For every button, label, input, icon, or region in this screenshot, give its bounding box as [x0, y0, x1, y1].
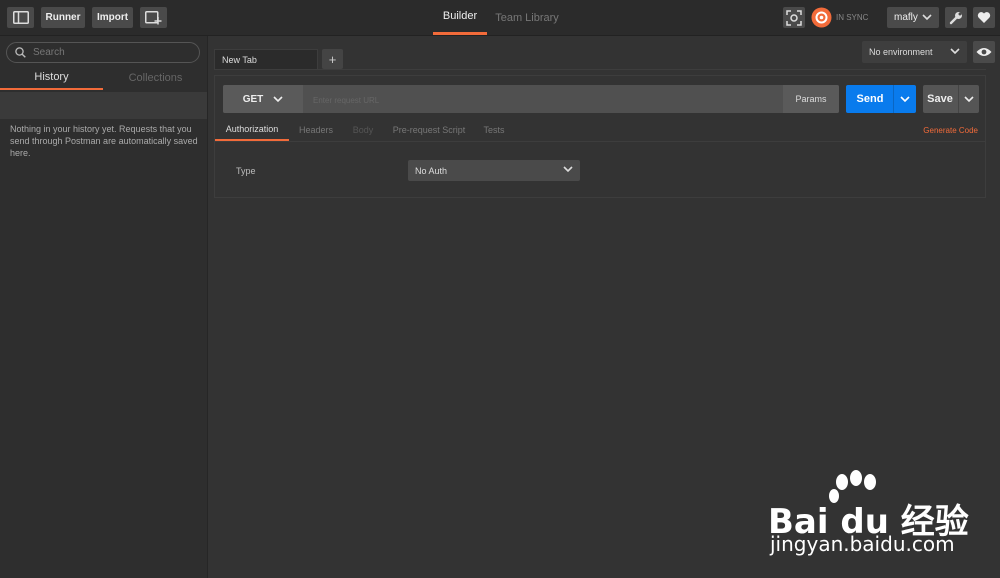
baidu-watermark: Bai du 经验 jingyan.baidu.com [762, 470, 982, 560]
watermark-url: jingyan.baidu.com [770, 532, 955, 556]
chevron-down-icon [964, 95, 974, 102]
tabs-divider [214, 69, 986, 70]
auth-type-select[interactable]: No Auth [408, 160, 580, 181]
save-options-button[interactable] [958, 85, 979, 113]
send-button[interactable]: Send [846, 85, 894, 113]
sync-status-button[interactable] [811, 7, 832, 28]
sidebar-toggle-icon [12, 11, 29, 24]
top-bar: Runner Import Builder Team Library IN SY… [0, 0, 1000, 36]
method-label: GET [242, 93, 264, 105]
auth-type-selected: No Auth [415, 165, 448, 176]
history-header-band [0, 92, 207, 119]
favorite-button[interactable] [973, 7, 995, 28]
sidebar-toggle-button[interactable] [7, 7, 34, 28]
sync-icon [811, 7, 832, 28]
tab-tests[interactable]: Tests [481, 119, 507, 141]
runner-button[interactable]: Runner [41, 7, 85, 28]
sidebar: History Collections Nothing in your hist… [0, 36, 208, 578]
interceptor-button[interactable] [783, 7, 805, 28]
import-button[interactable]: Import [92, 7, 133, 28]
chevron-down-icon [273, 95, 283, 102]
environment-selected: No environment [869, 47, 933, 57]
params-button[interactable]: Params [783, 85, 839, 113]
search-input[interactable] [31, 46, 195, 59]
tab-pre-request-script[interactable]: Pre-request Script [391, 119, 467, 141]
user-menu-button[interactable]: mafly [887, 7, 939, 28]
tab-authorization[interactable]: Authorization [215, 119, 289, 141]
save-button[interactable]: Save [923, 85, 957, 113]
url-bar: GET Params [223, 85, 839, 115]
chevron-down-icon [563, 166, 573, 173]
heart-icon [977, 12, 991, 23]
interceptor-icon [786, 9, 802, 26]
url-input[interactable] [311, 85, 785, 115]
chevron-down-icon [922, 14, 932, 21]
add-tab-button[interactable]: + [322, 49, 343, 69]
environment-quick-look-button[interactable] [973, 41, 995, 63]
chevron-down-icon [950, 48, 960, 55]
request-tab[interactable]: New Tab [214, 49, 318, 70]
environment-select[interactable]: No environment [862, 41, 967, 63]
tab-headers[interactable]: Headers [295, 119, 337, 141]
chevron-down-icon [900, 95, 910, 102]
username: mafly [894, 12, 918, 23]
settings-button[interactable] [945, 7, 967, 28]
new-window-icon [145, 10, 162, 24]
request-sub-tabs: Authorization Headers Body Pre-request S… [215, 119, 985, 142]
generate-code-link[interactable]: Generate Code [923, 119, 978, 141]
eye-icon [976, 48, 992, 56]
tab-team-library[interactable]: Team Library [494, 0, 560, 35]
save-button-group: Save [923, 85, 979, 113]
new-window-button[interactable] [140, 7, 167, 28]
send-button-group: Send [846, 85, 916, 113]
sync-status-text: IN SYNC [836, 13, 869, 22]
auth-type-label: Type [236, 166, 256, 176]
search-icon [15, 47, 26, 58]
send-options-button[interactable] [893, 85, 916, 113]
history-empty-message: Nothing in your history yet. Requests th… [10, 124, 198, 158]
tab-body[interactable]: Body [349, 119, 377, 141]
tab-builder[interactable]: Builder [433, 0, 487, 35]
tab-history[interactable]: History [0, 66, 103, 90]
method-select[interactable]: GET [223, 85, 303, 113]
search-box[interactable] [6, 42, 200, 63]
tab-collections[interactable]: Collections [104, 66, 207, 90]
wrench-icon [949, 11, 962, 24]
